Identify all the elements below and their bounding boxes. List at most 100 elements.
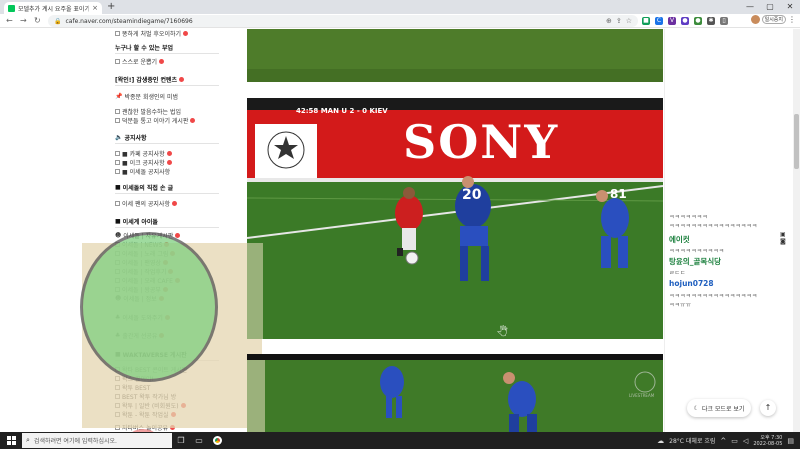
sidebar-menu-item[interactable]: 똥하게 처벌 후오이하기 [115,29,219,38]
extensions-area: ■ C V ● ● ✱ ▯ [642,15,728,27]
square-icon: ■ [115,184,121,191]
maximize-button[interactable]: ▢ [760,0,780,14]
sony-banner-text: SONY [403,115,560,169]
url-text[interactable]: cafe.naver.com/steamindiegame/7160696 [65,18,601,25]
system-tray: ☁ 28°C 대체로 흐림 ^ ▭ ◁ 오후 7:30 2022-08-05 ▤ [657,432,800,449]
profile-status-label[interactable]: 일시중지 [761,15,786,24]
new-post-badge-icon [166,151,172,156]
sidebar-menu-item[interactable]: ■ 이세돌 공지사항 [115,167,219,176]
page-content: 똥하게 처벌 후오이하기누구나 할 수 있는 부업스스로 운뽑기 [왁인!] 감생… [0,29,800,432]
chat-message: ㅋㅋㅋㅋㅋㅋㅋㅋㅋㅋㅋㅋㅋㅋㅋㅋ [669,223,758,230]
weather-text[interactable]: 28°C 대체로 흐림 [669,436,715,445]
task-view-icon[interactable]: ❐ [172,432,190,449]
scrollbar-thumb[interactable] [794,114,799,169]
naver-cafe-icon [8,4,15,12]
new-post-badge-icon [190,118,196,123]
sidepanel-icon[interactable]: ▯ [720,17,728,25]
sidebar-menu-label: 똥하게 처벌 후오이하기 [122,31,182,38]
extension-green-icon[interactable]: ■ [642,17,650,25]
sidebar-menu-item[interactable]: ■ 카페 공지사항 [115,149,219,158]
page-scrollbar[interactable] [793,29,800,432]
share-icon[interactable]: ⇪ [616,17,622,25]
file-explorer-icon[interactable]: ▭ [190,432,208,449]
video-watermark: LIVESTREAM [629,393,655,398]
extension-v-icon[interactable]: V [668,17,676,25]
clock-date: 2022-08-05 [753,440,783,447]
video-bottom-scene [247,354,663,432]
sidebar-menu-label: 박종문 회생인의 미범 [124,94,178,101]
profile-area[interactable]: 일시중지 ⋮ [750,15,796,24]
board-icon [115,59,120,64]
new-post-badge-icon [166,160,172,165]
start-button[interactable] [0,432,22,449]
sidebar-menu-label: 이세계 아이돌 [122,219,158,226]
extension-leaf-icon[interactable]: ● [694,17,702,25]
board-icon [115,31,120,36]
tab-title: 모델추가 계시 요주올 표이기능 [18,5,90,13]
tab-close-button[interactable]: × [92,4,98,12]
sidebar-menu-label: 이세돌의 직접 손 글 [122,185,174,192]
reload-button[interactable]: ↻ [34,15,41,27]
sidebar-menu-item[interactable]: ■ 이크 공지사항 [115,158,219,167]
back-button[interactable]: ← [6,15,13,27]
dark-mode-label: 다크 모드로 보기 [701,405,745,413]
sidebar-menu-item[interactable]: 🔈 공지사항 [115,132,219,144]
taskbar-search-placeholder: 검색하려면 여기에 입력하십시오. [33,438,117,445]
square-icon: ■ [115,218,121,225]
forward-button[interactable]: → [20,15,27,27]
chat-username[interactable]: 에이컷 [669,234,690,245]
video-frame-top[interactable] [247,29,663,82]
chat-username[interactable]: hojun0728 [669,279,714,288]
windows-taskbar: ⌕ 검색하려면 여기에 입력하십시오. ❐ ▭ ☁ 28°C 대체로 흐림 ^ … [0,432,800,449]
clock[interactable]: 오후 7:30 2022-08-05 [753,435,782,447]
chat-action-icons[interactable]: ▣ ◙ [780,231,792,245]
tray-chevron-icon[interactable]: ^ [720,437,726,445]
extensions-puzzle-icon[interactable]: ✱ [707,17,715,25]
jersey-number-20: 20 [462,187,482,203]
sidebar-menu-item[interactable]: 덕분들 통고 이야기 게시판 [115,116,219,125]
sidebar-menu-item[interactable]: 스스로 운뽑기 [115,57,219,66]
chat-message: ㄹㄷㄷ [669,270,686,277]
sidebar-menu-item[interactable]: 📌 박종문 회생인의 미범 [115,92,219,101]
video-frame-bottom[interactable] [247,354,663,432]
address-bar[interactable]: 🔒 cafe.naver.com/steamindiegame/7160696 … [48,15,638,27]
bookmark-star-icon[interactable]: ☆ [626,17,632,25]
extension-blue-icon[interactable]: C [655,17,663,25]
sidebar-menu-label: 괜찮한 발음수하는 법입 [122,109,182,116]
dark-mode-button[interactable]: ☾ 다크 모드로 보기 [687,399,751,417]
jersey-number-81: 81 [610,187,627,201]
sidebar-menu-item[interactable]: [왁인!] 감생중인 컨텐츠 [115,74,219,86]
sidebar-menu-item[interactable]: ■ 이세돌의 직접 손 글 [115,182,219,194]
network-icon[interactable]: ▭ [731,437,738,445]
minimize-button[interactable]: — [740,0,760,14]
sidebar-menu-item[interactable]: 누구나 할 수 있는 부업 [115,42,219,54]
chat-username[interactable]: 탕윤의_골목식당 [669,256,721,267]
zoom-icon[interactable]: ⊕ [606,17,612,25]
sidebar-menu-item[interactable]: 괜찮한 발음수하는 법입 [115,107,219,116]
new-post-badge-icon [183,31,189,36]
chat-message: ㅋㅋㅋㅋㅋㅋㅋㅋㅋㅋ [669,248,725,255]
profile-avatar[interactable] [750,15,760,24]
chrome-taskbar-icon[interactable] [208,432,226,449]
extension-purple-icon[interactable]: ● [681,17,689,25]
board-icon [115,151,120,156]
scroll-top-button[interactable]: ↑ [760,400,776,416]
notifications-icon[interactable]: ▤ [787,437,794,445]
browser-tab[interactable]: 모델추가 계시 요주올 표이기능 × [4,2,102,14]
sidebar-menu-label: 누구나 할 수 있는 부업 [115,45,174,52]
close-window-button[interactable]: ✕ [780,0,800,14]
board-icon [115,160,120,165]
taskbar-search-box[interactable]: ⌕ 검색하려면 여기에 입력하십시오. [22,433,172,448]
board-icon [115,118,120,123]
board-icon [115,109,120,114]
volume-icon[interactable]: ◁ [743,437,748,445]
more-menu-icon[interactable]: ⋮ [788,15,796,24]
new-tab-button[interactable]: + [107,1,115,12]
sidebar-menu-item[interactable]: 이세 팬의 공지사항 [115,199,219,208]
sidebar-menu-label: [왁인!] 감생중인 컨텐츠 [115,77,178,84]
live-chat-panel: ▣ ◙ ☾ 다크 모드로 보기 ↑ ㅋㅋㅋㅋㅋㅋㅋ ㅋㅋㅋㅋㅋㅋㅋㅋㅋㅋㅋㅋㅋㅋㅋ… [664,29,792,432]
weather-icon: ☁ [657,436,665,445]
sidebar-menu-item[interactable]: ■ 이세계 아이돌 [115,216,219,228]
mouse-cursor-icon: 🖑 [497,327,508,338]
sidebar-menu-label: ■ 카페 공지사항 [122,151,165,158]
